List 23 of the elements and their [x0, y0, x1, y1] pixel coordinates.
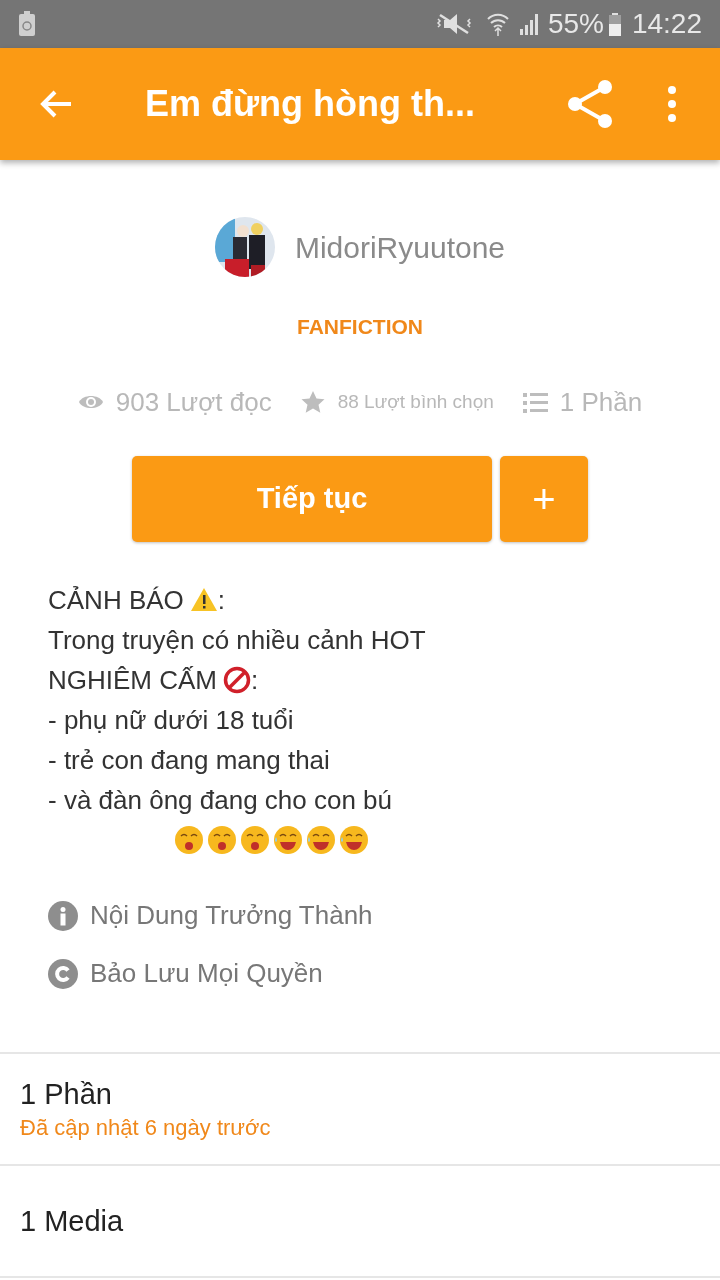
- stat-label: 88 Lượt bình chọn: [337, 389, 494, 414]
- description-text: CẢNH BÁO: [48, 583, 184, 617]
- author-name[interactable]: MidoriRyuutone: [294, 224, 506, 270]
- section-subtitle: Đã cập nhật 6 ngày trước: [20, 1113, 272, 1142]
- category-label[interactable]: FANFICTION: [297, 311, 423, 343]
- description-text: :: [251, 663, 259, 697]
- description-text: - và đàn ông đang cho con bú: [48, 783, 393, 817]
- description-text: NGHIÊM CẤM: [48, 663, 217, 697]
- description-text: - phụ nữ dưới 18 tuổi: [48, 703, 294, 737]
- description-text: :: [217, 583, 226, 617]
- section-title[interactable]: 1 Media: [20, 1201, 700, 1240]
- description-text: - trẻ con đang mang thai: [48, 743, 330, 777]
- stat-label: 1 Phần: [559, 385, 643, 419]
- add-button[interactable]: +: [500, 455, 588, 542]
- section-title[interactable]: 1 Phần: [20, 1074, 700, 1113]
- clock: 14:22: [631, 7, 702, 41]
- continue-button[interactable]: Tiếp tục: [132, 455, 492, 542]
- info-label: Nội Dung Trưởng Thành: [90, 899, 373, 932]
- info-label: Bảo Lưu Mọi Quyền: [90, 957, 323, 990]
- battery-percent: 55%: [547, 7, 604, 41]
- app-bar-title: Em đừng hòng th...: [145, 82, 475, 126]
- stat-label: 903 Lượt đọc: [115, 385, 272, 419]
- description-text: Trong truyện có nhiều cảnh HOT: [48, 623, 426, 657]
